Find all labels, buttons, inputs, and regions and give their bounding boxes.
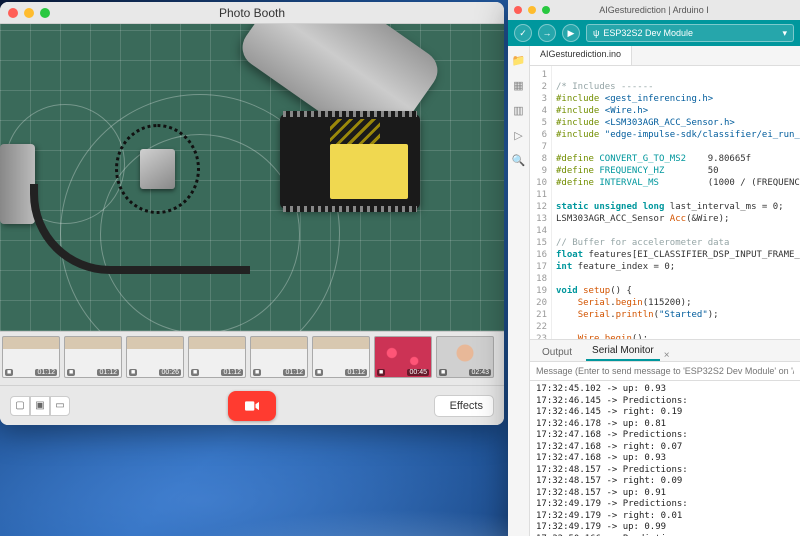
- ide-titlebar[interactable]: AIGesturediction | Arduino I: [508, 0, 800, 20]
- usb-icon: ψ: [593, 28, 599, 38]
- serial-output[interactable]: 17:32:45.102 -> up: 0.93 17:32:46.145 ->…: [530, 381, 800, 536]
- thumbnail[interactable]: ■00:45: [374, 336, 432, 378]
- thumbnail[interactable]: ■01:12: [2, 336, 60, 378]
- thumbnail[interactable]: ■01:12: [188, 336, 246, 378]
- ide-title: AIGesturediction | Arduino I: [508, 5, 800, 15]
- verify-button[interactable]: ✓: [514, 24, 532, 42]
- photobooth-title: Photo Booth: [0, 6, 504, 20]
- ide-toolbar: ✓ → ▶ ψ ESP32S2 Dev Module ▾: [508, 20, 800, 46]
- mode-burst-icon[interactable]: ▣: [30, 396, 50, 416]
- thumbnail[interactable]: ■02:43: [436, 336, 494, 378]
- thumbnail[interactable]: ■01:12: [64, 336, 122, 378]
- chevron-down-icon: ▾: [782, 28, 787, 39]
- display-board: [280, 114, 420, 209]
- close-panel-icon[interactable]: ×: [664, 350, 670, 361]
- bottom-panel-tabs: Output Serial Monitor ×: [530, 339, 800, 361]
- debug-button[interactable]: ▶: [562, 24, 580, 42]
- mode-video-icon[interactable]: ▭: [50, 396, 70, 416]
- tab-output[interactable]: Output: [536, 344, 578, 361]
- photobooth-window: Photo Booth ■01:12 ■01:1: [0, 2, 504, 425]
- serial-message-input[interactable]: [536, 366, 794, 376]
- ide-sidebar: 📁 ▦ ▥ ▷ 🔍: [508, 46, 530, 536]
- serial-input-row: [530, 361, 800, 381]
- record-button[interactable]: [228, 391, 276, 421]
- photobooth-controls: ▢ ▣ ▭ Effects: [0, 385, 504, 425]
- code-editor[interactable]: 1 2 3 4 5 6 7 8 9 10 11 12 13 14 15 16 1…: [530, 66, 800, 339]
- debug-icon[interactable]: ▷: [514, 129, 522, 142]
- mode-single-icon[interactable]: ▢: [10, 396, 30, 416]
- thumbnail[interactable]: ■01:12: [312, 336, 370, 378]
- photobooth-titlebar[interactable]: Photo Booth: [0, 2, 504, 24]
- camera-icon: [245, 401, 259, 411]
- camera-viewport: [0, 24, 504, 331]
- thumbnail[interactable]: ■01:12: [250, 336, 308, 378]
- board-selector[interactable]: ψ ESP32S2 Dev Module ▾: [586, 24, 794, 42]
- thumbnail[interactable]: ■00:26: [126, 336, 184, 378]
- boards-icon[interactable]: ▦: [513, 79, 523, 92]
- tab-sketch[interactable]: AIGesturediction.ino: [530, 46, 632, 65]
- tab-serial-monitor[interactable]: Serial Monitor: [586, 342, 660, 361]
- editor-tabs: AIGesturediction.ino: [530, 46, 800, 66]
- filmstrip[interactable]: ■01:12 ■01:12 ■00:26 ■01:12 ■01:12 ■01:1…: [0, 331, 504, 385]
- folder-icon[interactable]: 📁: [512, 54, 526, 67]
- board-name: ESP32S2 Dev Module: [603, 28, 693, 38]
- microcontroller-round: [115, 124, 200, 214]
- library-icon[interactable]: ▥: [513, 104, 523, 117]
- upload-button[interactable]: →: [538, 24, 556, 42]
- search-icon[interactable]: 🔍: [512, 154, 526, 167]
- effects-button[interactable]: Effects: [434, 395, 494, 417]
- arduino-ide-window: AIGesturediction | Arduino I ✓ → ▶ ψ ESP…: [508, 0, 800, 536]
